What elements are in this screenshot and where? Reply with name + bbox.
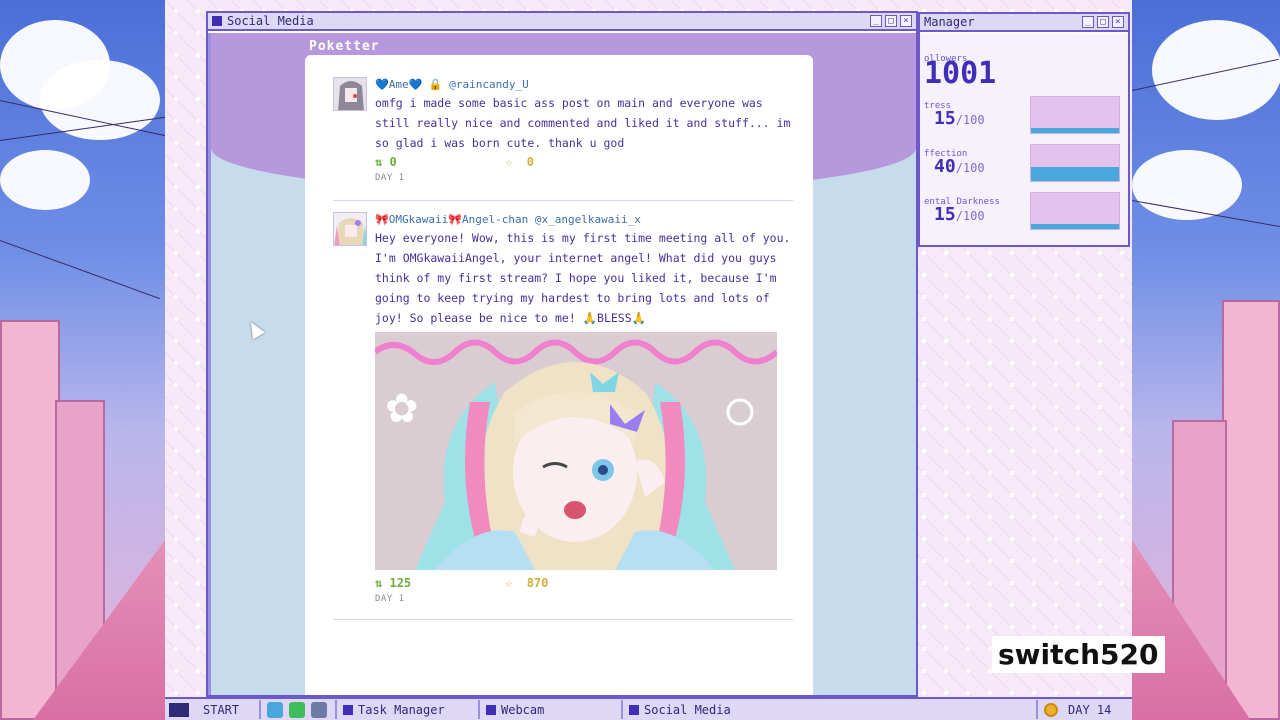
window-icon xyxy=(629,704,639,715)
retweet-stat[interactable]: ⇅ 125 xyxy=(375,574,505,592)
manager-titlebar[interactable]: Manager _ □ × xyxy=(920,14,1128,32)
social-media-body: Poketter 💙Ame💙 🔒 @raincandy_U omfg i mad… xyxy=(208,33,916,695)
background-right xyxy=(1132,0,1280,720)
retweet-stat[interactable]: ⇅ 0 xyxy=(375,153,505,171)
start-logo-icon xyxy=(169,702,189,717)
sun-icon xyxy=(1044,702,1058,717)
day-indicator[interactable]: DAY 14 xyxy=(1036,700,1128,719)
favorite-stat[interactable]: ☆ 0 xyxy=(505,153,534,171)
avatar[interactable] xyxy=(333,77,367,111)
post-author-name[interactable]: 💙Ame💙 🔒 xyxy=(375,78,443,91)
mental-darkness-value: 15/100 xyxy=(934,204,985,225)
favorite-count: 870 xyxy=(526,576,549,590)
star-icon: ☆ xyxy=(505,155,513,169)
post-author-name[interactable]: 🎀OMGkawaii🎀Angel-chan xyxy=(375,213,528,226)
post-text: omfg i made some basic ass post on main … xyxy=(375,96,791,150)
taskbar-item-social-media[interactable]: Social Media xyxy=(621,700,756,719)
post-day: DAY 1 xyxy=(375,173,405,183)
manager-body: ollowers 1001 tress 15/100 ffection 40/1… xyxy=(920,34,1128,245)
stress-bar-fill xyxy=(1031,127,1119,133)
retweet-icon: ⇅ xyxy=(375,155,383,169)
affection-bar-fill xyxy=(1031,166,1119,181)
computer-icon[interactable] xyxy=(311,701,327,718)
stress-value: 15/100 xyxy=(934,108,985,129)
window-icon xyxy=(212,16,222,26)
followers-count: 1001 xyxy=(924,56,997,91)
app-name: Poketter xyxy=(309,39,380,54)
mental-darkness-bar xyxy=(1030,192,1120,230)
chat-icon[interactable] xyxy=(289,701,305,718)
taskbar-item-task-manager[interactable]: Task Manager xyxy=(335,700,470,719)
manager-window: Manager _ □ × ollowers 1001 tress 15/100… xyxy=(918,12,1130,247)
start-label: START xyxy=(203,702,240,717)
window-title: Social Media xyxy=(227,14,314,28)
avatar[interactable] xyxy=(333,212,367,246)
affection-bar xyxy=(1030,144,1120,182)
retweet-count: 0 xyxy=(389,155,397,169)
taskbar-item-label: Social Media xyxy=(644,702,731,717)
social-media-window: Social Media _ □ × Poketter � xyxy=(206,11,918,697)
maximize-button[interactable]: □ xyxy=(1097,16,1109,28)
taskbar-item-label: Task Manager xyxy=(358,702,445,717)
close-button[interactable]: × xyxy=(1112,16,1124,28)
taskbar-item-label: Webcam xyxy=(501,702,545,717)
post-day: DAY 1 xyxy=(375,594,405,604)
star-icon: ☆ xyxy=(505,576,513,590)
post-image[interactable]: ✿ xyxy=(375,332,777,570)
background-left xyxy=(0,0,165,720)
taskbar-item-webcam[interactable]: Webcam xyxy=(478,700,613,719)
window-icon xyxy=(486,704,496,715)
svg-text:✿: ✿ xyxy=(385,386,419,432)
post-divider xyxy=(333,619,793,620)
affection-value: 40/100 xyxy=(934,156,985,177)
start-button[interactable]: START xyxy=(169,700,261,719)
post-text: Hey everyone! Wow, this is my first time… xyxy=(375,231,791,325)
retweet-icon: ⇅ xyxy=(375,576,383,590)
mental-darkness-bar-fill xyxy=(1031,223,1119,229)
post-divider xyxy=(333,200,793,201)
taskbar: START Task Manager Webcam Social Media D… xyxy=(165,697,1132,720)
minimize-button[interactable]: _ xyxy=(1082,16,1094,28)
stress-bar xyxy=(1030,96,1120,134)
post-author-handle[interactable]: @raincandy_U xyxy=(449,78,528,91)
favorite-stat[interactable]: ☆ 870 xyxy=(505,574,548,592)
day-label: DAY 14 xyxy=(1068,702,1112,717)
window-title: Manager xyxy=(924,15,975,29)
favorite-count: 0 xyxy=(526,155,534,169)
social-media-titlebar[interactable]: Social Media _ □ × xyxy=(208,13,916,31)
retweet-count: 125 xyxy=(389,576,412,590)
close-button[interactable]: × xyxy=(900,15,912,27)
maximize-button[interactable]: □ xyxy=(885,15,897,27)
minimize-button[interactable]: _ xyxy=(870,15,882,27)
watermark: switch520 xyxy=(992,636,1165,673)
twitter-icon[interactable] xyxy=(267,701,283,718)
post-author-handle[interactable]: @x_angelkawaii_x xyxy=(535,213,641,226)
feed[interactable]: 💙Ame💙 🔒 @raincandy_U omfg i made some ba… xyxy=(305,55,813,695)
window-icon xyxy=(343,704,353,715)
